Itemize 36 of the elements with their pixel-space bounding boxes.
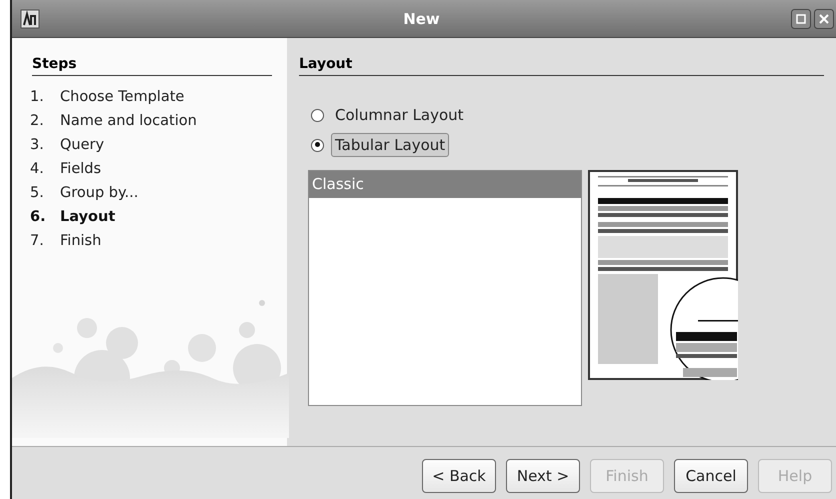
step-item[interactable]: 6. Layout bbox=[30, 205, 287, 229]
step-item[interactable]: 3. Query bbox=[30, 133, 287, 157]
radio-button[interactable] bbox=[311, 108, 324, 122]
step-label: Group by... bbox=[60, 184, 138, 203]
step-number: 4. bbox=[30, 160, 45, 179]
list-item[interactable]: Classic bbox=[309, 171, 581, 198]
dialog-button[interactable]: Cancel bbox=[674, 459, 748, 493]
step-item[interactable]: 4. Fields bbox=[30, 157, 287, 181]
step-number: 2. bbox=[30, 112, 45, 131]
step-label: Finish bbox=[60, 232, 102, 251]
step-item[interactable]: 5. Group by... bbox=[30, 181, 287, 205]
dialog-button[interactable]: < Back bbox=[422, 459, 496, 493]
step-number: 3. bbox=[30, 136, 45, 155]
window-title: New bbox=[402, 10, 441, 28]
step-number: 7. bbox=[30, 232, 45, 251]
step-label: Choose Template bbox=[60, 88, 184, 107]
steps-heading: Steps bbox=[32, 56, 272, 76]
radio-button[interactable] bbox=[311, 138, 324, 152]
page-heading: Layout bbox=[299, 56, 824, 76]
radio-label[interactable]: Tabular Layout bbox=[331, 133, 450, 157]
step-item[interactable]: 7. Finish bbox=[30, 229, 287, 253]
dialog-button[interactable]: Next > bbox=[506, 459, 580, 493]
radio-label[interactable]: Columnar Layout bbox=[331, 103, 468, 127]
step-label: Layout bbox=[60, 208, 116, 227]
close-icon[interactable] bbox=[814, 8, 834, 28]
step-number: 1. bbox=[30, 88, 45, 107]
template-list[interactable]: Classic bbox=[308, 170, 582, 406]
step-label: Query bbox=[60, 136, 104, 155]
maximize-icon[interactable] bbox=[791, 8, 811, 28]
step-number: 5. bbox=[30, 184, 45, 203]
app-icon bbox=[20, 8, 40, 28]
step-number: 6. bbox=[30, 208, 47, 227]
step-label: Fields bbox=[60, 160, 102, 179]
step-item[interactable]: 1. Choose Template bbox=[30, 85, 287, 109]
step-item[interactable]: 2. Name and location bbox=[30, 109, 287, 133]
step-label: Name and location bbox=[60, 112, 197, 131]
